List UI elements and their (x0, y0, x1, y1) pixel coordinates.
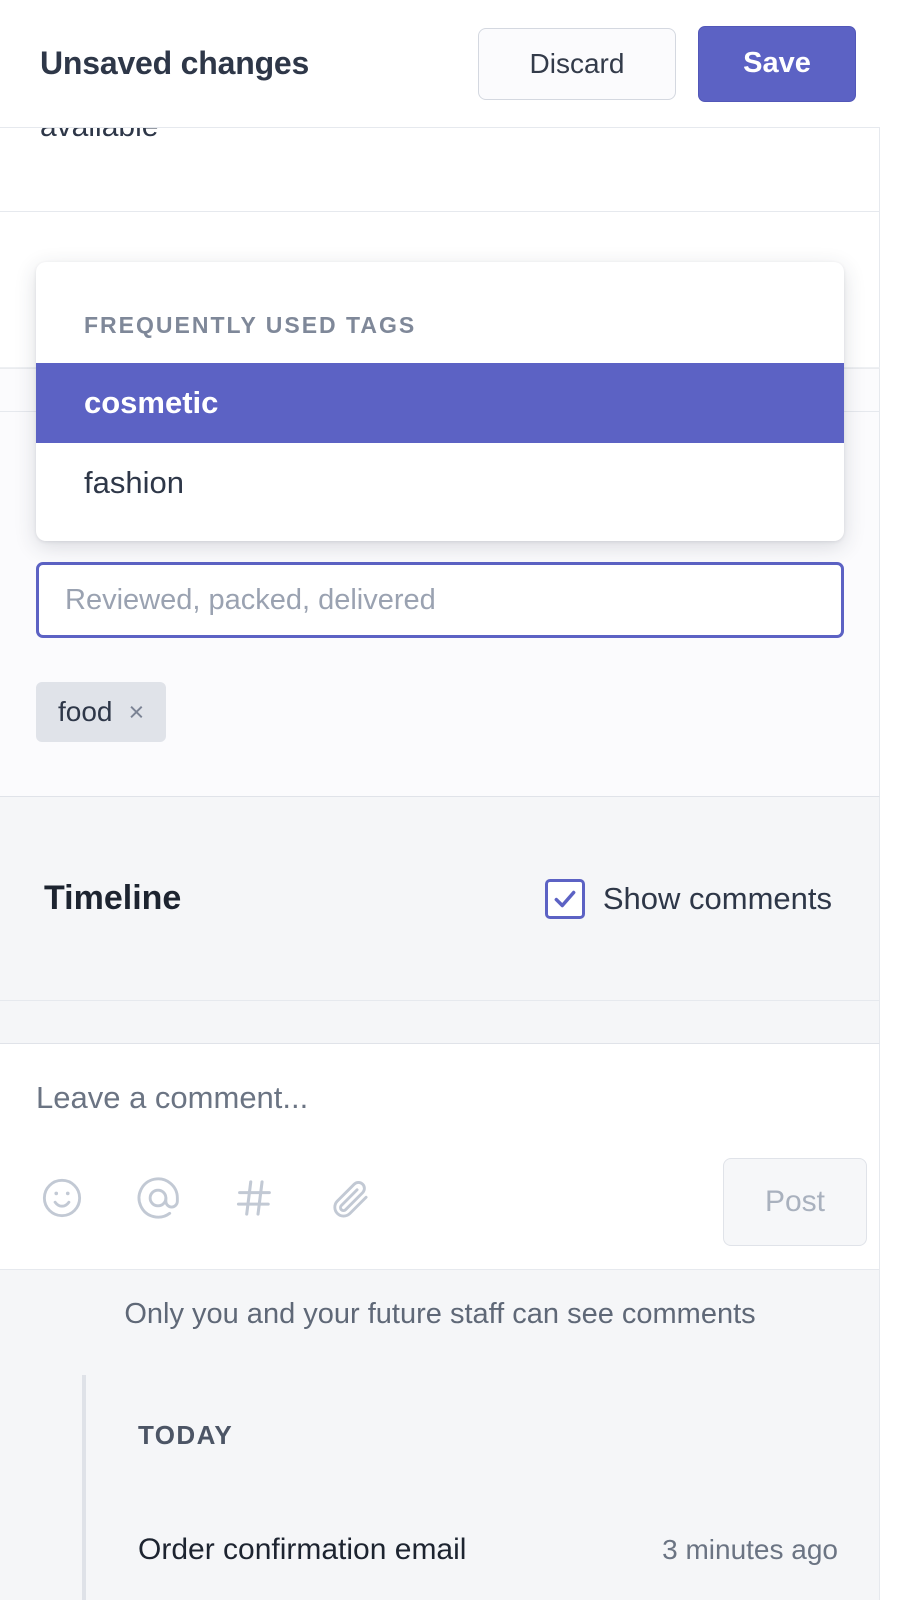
discard-button[interactable]: Discard (478, 27, 676, 100)
hashtag-icon[interactable] (228, 1172, 280, 1224)
show-comments-toggle[interactable]: Show comments (544, 878, 832, 919)
timeline-event-title: Order confirmation email (138, 1533, 467, 1566)
emoji-icon[interactable] (36, 1172, 88, 1224)
tag-search-input[interactable] (36, 562, 844, 638)
dropdown-heading: FREQUENTLY USED TAGS (84, 312, 417, 338)
unsaved-changes-title: Unsaved changes (40, 45, 310, 81)
composer-toolbar (36, 1172, 376, 1224)
tag-chip-list: food × (36, 682, 167, 742)
timeline-rail (82, 1375, 86, 1600)
comments-privacy-notice: Only you and your future staff can see c… (124, 1298, 756, 1330)
timeline-section: Timeline Show comments (0, 796, 880, 1044)
timeline-event-row[interactable]: Order confirmation email 3 minutes ago (138, 1533, 838, 1567)
close-icon[interactable]: × (129, 698, 145, 726)
timeline-heading: Timeline (44, 879, 182, 917)
mention-icon[interactable] (132, 1172, 184, 1224)
unsaved-changes-bar: Unsaved changes Discard Save (0, 0, 880, 128)
attachment-icon[interactable] (324, 1172, 376, 1224)
show-comments-label: Show comments (602, 880, 832, 916)
check-icon (554, 890, 576, 907)
timeline-header-row: Timeline Show comments (0, 797, 880, 1001)
dropdown-option-cosmetic[interactable]: cosmetic (36, 363, 844, 443)
dropdown-option-label: cosmetic (84, 385, 219, 420)
dropdown-option-label: fashion (84, 465, 184, 500)
page-right-gutter (880, 0, 900, 1600)
save-button[interactable]: Save (698, 25, 856, 102)
order-detail-page: available View Full Analysis food × FREQ… (0, 0, 900, 1600)
post-comment-button[interactable]: Post (723, 1158, 867, 1246)
tag-chip-label: food (58, 696, 113, 727)
comment-composer: Leave a comment... Post (0, 1044, 880, 1270)
tag-suggestions-dropdown: FREQUENTLY USED TAGS cosmetic fashion (36, 262, 844, 541)
tag-chip-food: food × (36, 682, 167, 742)
comment-input[interactable]: Leave a comment... (36, 1080, 308, 1116)
timeline-day-label: TODAY (138, 1420, 234, 1450)
timeline-event-time: 3 minutes ago (662, 1534, 838, 1565)
dropdown-option-fashion[interactable]: fashion (36, 443, 844, 523)
show-comments-checkbox[interactable] (544, 878, 585, 919)
